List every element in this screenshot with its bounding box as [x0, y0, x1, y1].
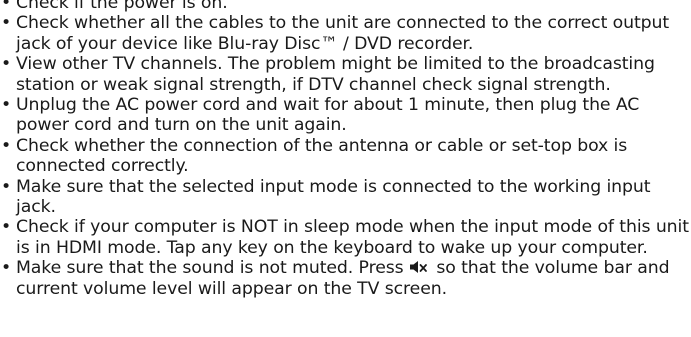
list-item-antenna: • Check whether the connection of the an…: [0, 136, 691, 177]
list-item-text: View other TV channels. The problem migh…: [16, 54, 655, 95]
mute-speaker-icon: [409, 260, 431, 274]
list-item-input-mode: • Make sure that the selected input mode…: [0, 177, 691, 218]
troubleshooting-list-container: • Check if the power is on. • Check whet…: [0, 0, 691, 299]
list-item-computer-sleep: • Check if your computer is NOT in sleep…: [0, 217, 691, 258]
list-item-power: • Check if the power is on.: [0, 0, 691, 13]
bullet: •: [1, 135, 12, 156]
list-item-text: Check if your computer is NOT in sleep m…: [16, 217, 689, 258]
bullet: •: [1, 217, 12, 238]
list-item-channels: • View other TV channels. The problem mi…: [0, 54, 691, 95]
bullet: •: [1, 13, 12, 34]
bullet: •: [1, 54, 12, 75]
troubleshooting-list: • Check if the power is on. • Check whet…: [0, 0, 691, 299]
bullet: •: [1, 0, 12, 13]
bullet: •: [1, 258, 12, 279]
list-item-sound-muted: • Make sure that the sound is not muted.…: [0, 258, 691, 299]
list-item-text: Make sure that the selected input mode i…: [16, 176, 651, 218]
bullet: •: [1, 95, 12, 116]
list-item-text: Check if the power is on.: [16, 0, 228, 13]
list-item-unplug: • Unplug the AC power cord and wait for …: [0, 95, 691, 136]
list-item-text: Unplug the AC power cord and wait for ab…: [16, 95, 640, 136]
list-item-cables: • Check whether all the cables to the un…: [0, 13, 691, 54]
list-item-text: Check whether the connection of the ante…: [16, 135, 628, 177]
bullet: •: [1, 176, 12, 197]
list-item-text: Check whether all the cables to the unit…: [16, 13, 670, 54]
list-item-text-before-icon: Make sure that the sound is not muted. P…: [16, 258, 404, 279]
